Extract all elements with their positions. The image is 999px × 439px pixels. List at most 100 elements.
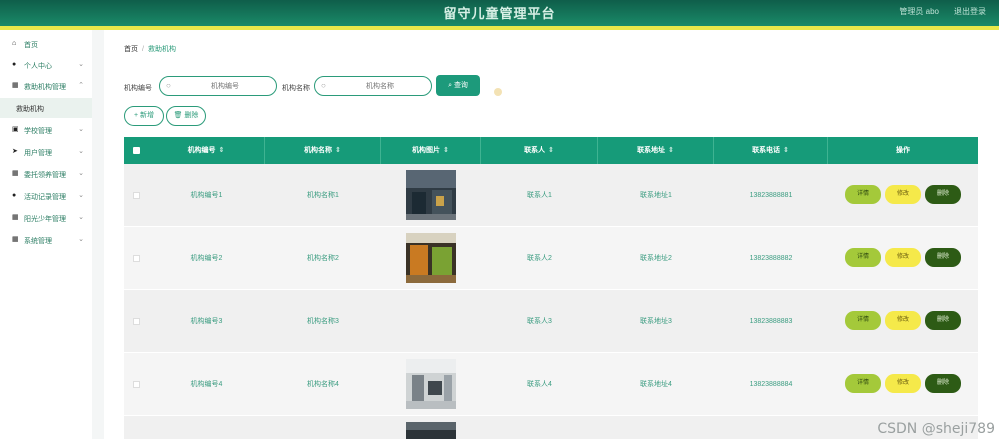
chevron-down-icon: ⌄ <box>78 148 84 155</box>
table-row: 机构编号4 机构名称4 联系人4 联系地址4 13823888884 详情 修改… <box>124 353 978 416</box>
edit-button[interactable]: 修改 <box>885 185 921 204</box>
sidebar-item-sunshine[interactable]: ▦ 阳光少年管理 ⌄ <box>0 208 92 228</box>
sidebar-item-label: 系统管理 <box>24 238 52 245</box>
office-photo-dark[interactable] <box>406 422 456 439</box>
cell-name: 机构名称1 <box>307 192 339 199</box>
detail-button[interactable]: 详情 <box>845 185 881 204</box>
cell-address: 联系地址2 <box>640 255 672 262</box>
grid-icon: ▦ <box>12 236 19 243</box>
search-input-code[interactable] <box>178 80 272 92</box>
search-input-name[interactable] <box>333 80 427 92</box>
cell-phone: 13823888884 <box>749 381 793 388</box>
sidebar-item-system[interactable]: ▦ 系统管理 ⌄ <box>0 230 92 250</box>
table-header: 机构编号 ⇕ 机构名称 ⇕ 机构图片 ⇕ 联系人 ⇕ 联系地址 ⇕ 联系电话 ⇕ 操作 <box>124 137 978 164</box>
home-icon: ⌂ <box>12 40 17 47</box>
sort-icon: ⇕ <box>443 147 449 154</box>
header-label: 联系电话 <box>752 147 781 154</box>
sidebar-subitem-agency[interactable]: 救助机构 <box>0 98 92 118</box>
header-label: 机构名称 <box>304 147 333 154</box>
chevron-down-icon: ⌄ <box>78 126 84 133</box>
sidebar-item-agency-management[interactable]: ▦ 救助机构管理 ⌃ <box>0 76 92 96</box>
sort-icon: ⇕ <box>783 147 789 154</box>
cell-address: 联系地址4 <box>640 381 672 388</box>
edit-button[interactable]: 修改 <box>885 248 921 267</box>
chevron-down-icon: ⌄ <box>78 236 84 243</box>
header-label: 操作 <box>896 147 910 154</box>
row-checkbox[interactable] <box>133 255 140 262</box>
cell-code: 机构编号3 <box>190 318 223 325</box>
send-icon: ➤ <box>12 148 18 155</box>
row-checkbox[interactable] <box>133 318 140 325</box>
header-name[interactable]: 机构名称 ⇕ <box>265 137 381 164</box>
cell-contact: 联系人3 <box>527 318 552 325</box>
cell-address: 联系地址1 <box>640 192 672 199</box>
breadcrumb-home[interactable]: 首页 <box>124 46 138 53</box>
breadcrumb-current: 救助机构 <box>147 46 176 53</box>
watermark-text: CSDN @sheji789 <box>877 421 995 437</box>
header-phone[interactable]: 联系电话 ⇕ <box>714 137 828 164</box>
sort-icon: ⇕ <box>335 147 341 154</box>
search-icon: ○ <box>321 81 326 90</box>
edit-button[interactable]: 修改 <box>885 311 921 330</box>
sidebar-item-school[interactable]: ▣ 学校管理 ⌄ <box>0 120 92 140</box>
row-checkbox[interactable] <box>133 381 140 388</box>
sidebar-item-activity[interactable]: ● 活动记录管理 ⌄ <box>0 186 92 206</box>
query-button[interactable]: ⌕ 查询 <box>436 75 480 96</box>
office-photo-dark[interactable] <box>406 170 456 220</box>
detail-button[interactable]: 详情 <box>845 248 881 267</box>
header-image[interactable]: 机构图片 ⇕ <box>381 137 481 164</box>
header-contact[interactable]: 联系人 ⇕ <box>481 137 598 164</box>
cell-contact: 联系人4 <box>527 381 552 388</box>
search-label-name: 机构名称 <box>282 85 310 92</box>
sort-icon: ⇕ <box>548 147 554 154</box>
cell-address: 联系地址3 <box>640 318 672 325</box>
person-icon: ● <box>12 192 17 199</box>
cell-name: 机构名称3 <box>307 318 339 325</box>
sidebar-item-adoption[interactable]: ▦ 委托领养管理 ⌄ <box>0 164 92 184</box>
delete-button[interactable]: 删除 <box>925 374 961 393</box>
select-all-checkbox[interactable] <box>133 147 140 154</box>
sidebar-item-label: 个人中心 <box>24 63 52 70</box>
user-icon: ● <box>12 61 17 68</box>
loading-indicator <box>494 88 502 96</box>
grid-icon: ▦ <box>12 82 19 89</box>
header-address[interactable]: 联系地址 ⇕ <box>598 137 714 164</box>
sidebar-item-profile[interactable]: ● 个人中心 ⌄ <box>0 55 92 75</box>
header-code[interactable]: 机构编号 ⇕ <box>148 137 265 164</box>
cell-name: 机构名称4 <box>307 381 339 388</box>
search-label-code: 机构编号 <box>124 85 152 92</box>
detail-button[interactable]: 详情 <box>845 311 881 330</box>
add-button[interactable]: + 新增 <box>124 106 164 126</box>
delete-button[interactable]: 删除 <box>925 185 961 204</box>
header-label: 机构编号 <box>187 147 216 154</box>
sidebar-item-label: 阳光少年管理 <box>24 216 66 223</box>
agency-image <box>406 233 456 283</box>
detail-button[interactable]: 详情 <box>845 374 881 393</box>
trash-icon: 🗑 <box>173 112 185 119</box>
cell-phone: 13823888882 <box>749 255 793 262</box>
agency-image <box>406 170 456 220</box>
chevron-down-icon: ⌄ <box>78 192 84 199</box>
edit-button[interactable]: 修改 <box>885 374 921 393</box>
sort-icon: ⇕ <box>668 147 674 154</box>
office-photo-orange[interactable] <box>406 233 456 283</box>
main-content: 首页 /救助机构 机构编号 ○ 机构名称 ○ ⌕ 查询 + 新增 🗑 删除 机构编… <box>104 30 999 439</box>
delete-button[interactable]: 删除 <box>925 311 961 330</box>
sidebar-item-label: 首页 <box>24 42 38 49</box>
cell-phone: 13823888881 <box>749 192 793 199</box>
cell-name: 机构名称2 <box>307 255 339 262</box>
batch-delete-button[interactable]: 🗑 删除 <box>166 106 206 126</box>
sidebar-item-users[interactable]: ➤ 用户管理 ⌄ <box>0 142 92 162</box>
header-label: 联系地址 <box>637 147 666 154</box>
logout-link[interactable]: 退出登录 <box>954 6 986 17</box>
sort-icon: ⇕ <box>218 147 225 154</box>
row-checkbox[interactable] <box>133 192 140 199</box>
office-photo-light[interactable] <box>406 359 456 409</box>
sidebar-item-label: 用户管理 <box>24 150 52 157</box>
breadcrumb: 首页 / 救助机构 <box>124 44 176 54</box>
batch-delete-label: 删除 <box>184 112 199 119</box>
sidebar-item-home[interactable]: ⌂ 首页 <box>0 34 92 54</box>
sidebar-item-label: 学校管理 <box>24 128 52 135</box>
delete-button[interactable]: 删除 <box>925 248 961 267</box>
search-box-name: ○ <box>314 76 432 96</box>
